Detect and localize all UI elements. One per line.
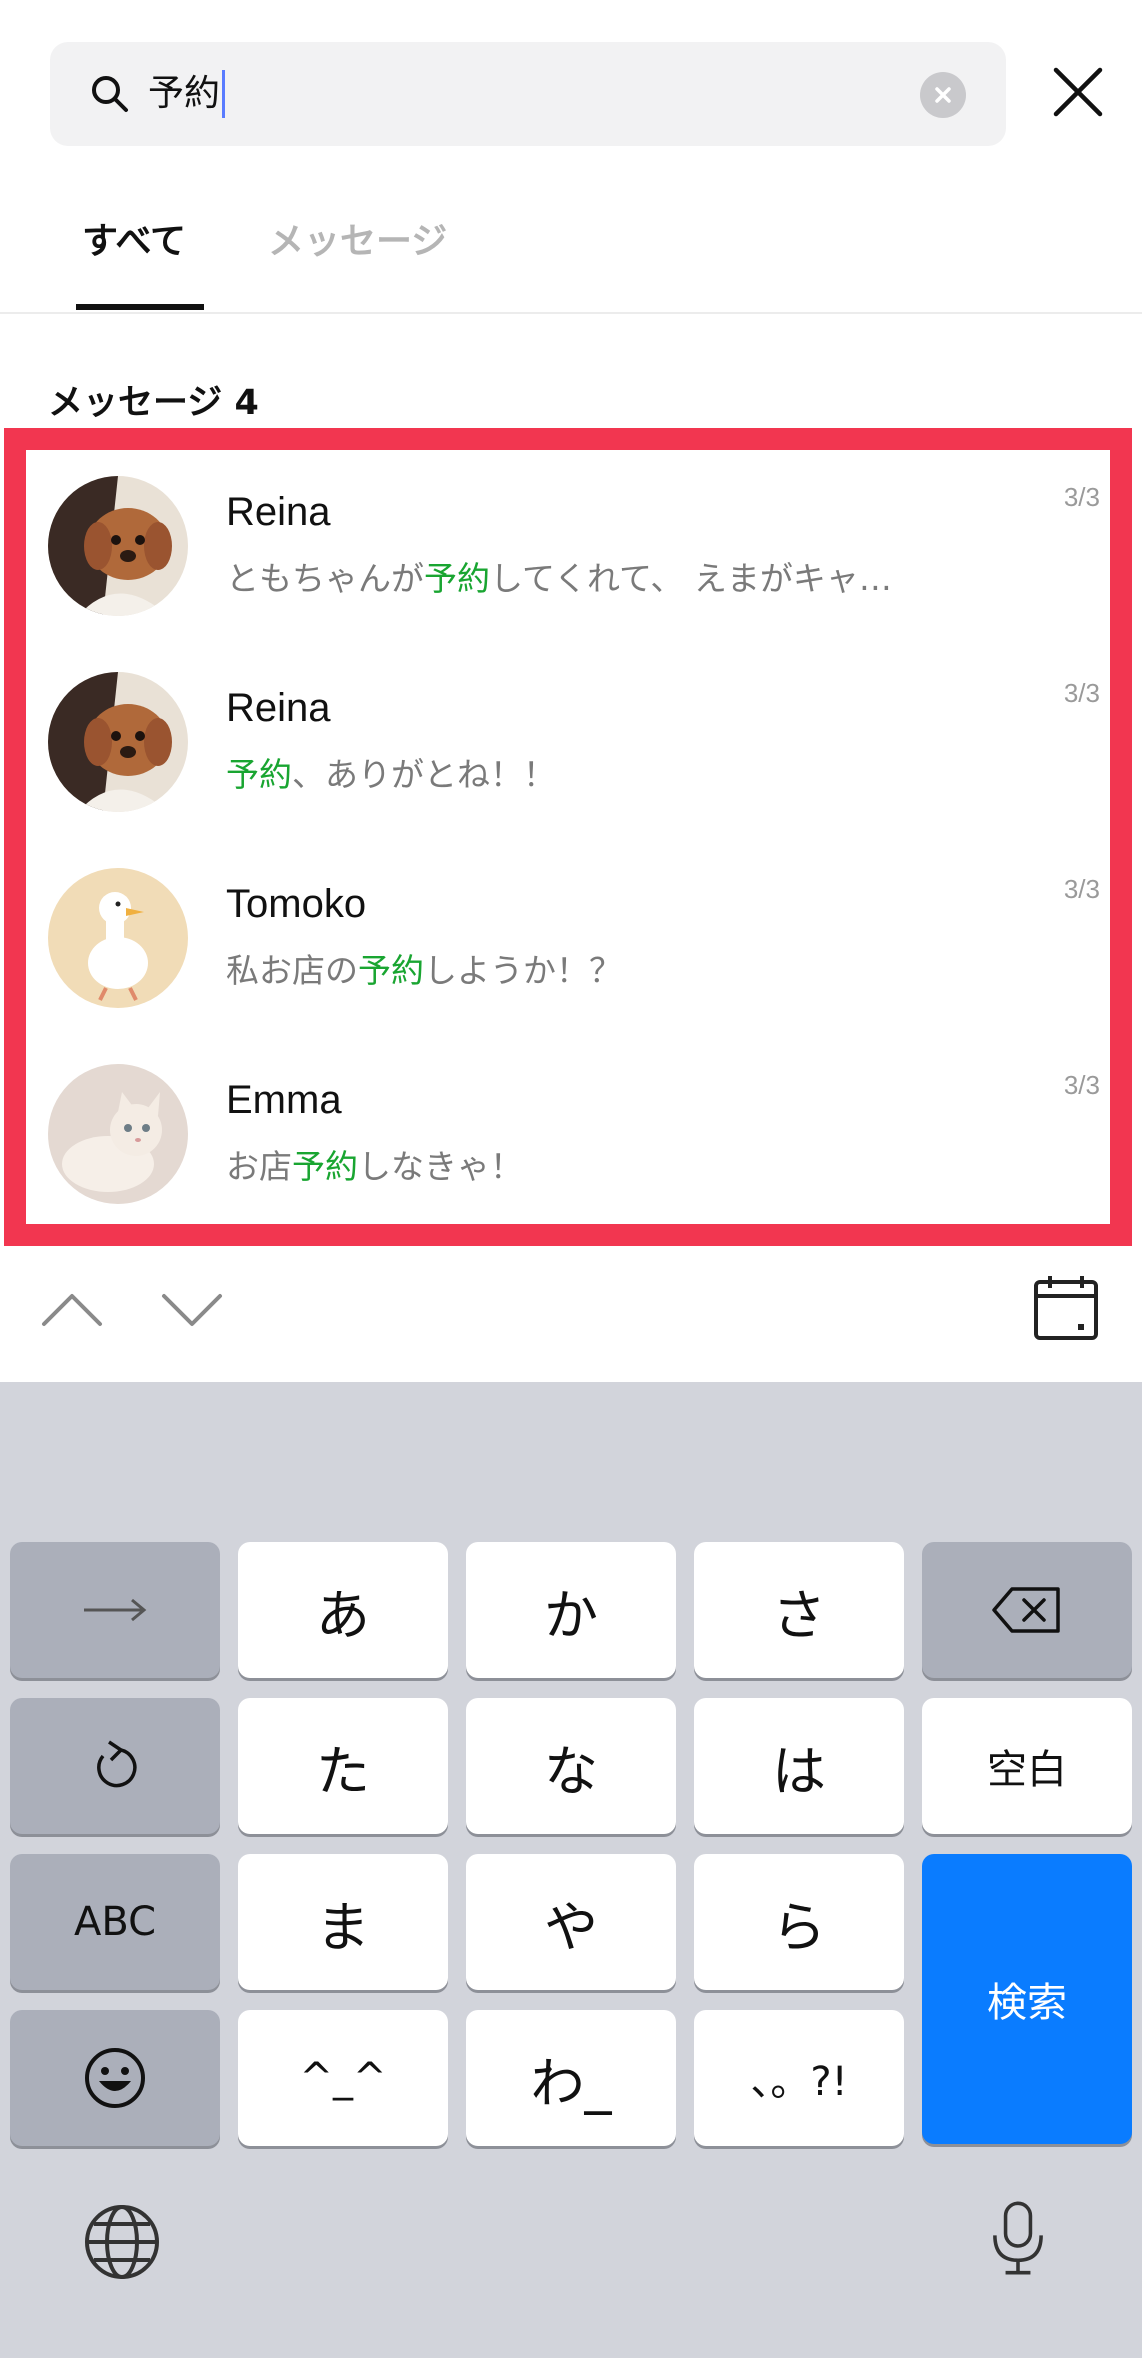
section-title: メッセージ 4 xyxy=(48,383,259,423)
sender-name: Reina xyxy=(226,686,331,730)
message-date: 3/3 xyxy=(1063,874,1100,904)
calendar-icon[interactable] xyxy=(1030,1272,1102,1344)
message-date: 3/3 xyxy=(1063,678,1100,708)
match-highlight: 予約 xyxy=(424,559,490,598)
backspace-key[interactable] xyxy=(922,1542,1132,1678)
chevron-up-icon[interactable] xyxy=(36,1274,108,1346)
search-tabs: すべて メッセージ xyxy=(0,190,1142,314)
keyboard: あ か さ た な は 空白 ABC ま や ら 検索 ^_^ わ_ 、。?! xyxy=(0,1382,1142,2358)
sender-name: Reina xyxy=(226,490,331,534)
dog-avatar xyxy=(48,672,188,812)
emoji-key[interactable] xyxy=(10,2010,220,2146)
message-preview: 予約、ありがとね！！ xyxy=(226,755,556,794)
search-input[interactable]: 予約 xyxy=(148,66,226,122)
tab-messages[interactable]: メッセージ xyxy=(268,212,447,264)
key-punctuation[interactable]: 、。?! xyxy=(694,2010,904,2146)
message-preview: お店予約しなきゃ！ xyxy=(226,1147,523,1186)
key-a[interactable]: あ xyxy=(238,1542,448,1678)
text-caret xyxy=(222,70,226,118)
close-icon[interactable] xyxy=(1048,62,1108,122)
emoji-icon xyxy=(85,2048,145,2108)
sender-name: Emma xyxy=(226,1078,342,1122)
search-key[interactable]: 検索 xyxy=(922,1854,1132,2144)
match-highlight: 予約 xyxy=(226,755,292,794)
key-kaomoji[interactable]: ^_^ xyxy=(238,2010,448,2146)
key-ha[interactable]: は xyxy=(694,1698,904,1834)
active-tab-indicator xyxy=(76,304,204,310)
results-list: Reina ともちゃんが予約してくれて、 えまがキャ… 3/3 Reina 予約… xyxy=(4,428,1132,1246)
dog-avatar xyxy=(48,476,188,616)
match-highlight: 予約 xyxy=(292,1147,358,1186)
message-date: 3/3 xyxy=(1063,482,1100,512)
result-row[interactable]: Tomoko 私お店の予約しようか！？ 3/3 xyxy=(26,842,1110,1038)
key-ya[interactable]: や xyxy=(466,1854,676,1990)
key-wa[interactable]: わ_ xyxy=(466,2010,676,2146)
microphone-icon[interactable] xyxy=(978,2198,1058,2278)
message-preview: ともちゃんが予約してくれて、 えまがキャ… xyxy=(226,559,892,598)
search-icon xyxy=(92,76,128,112)
undo-icon xyxy=(97,1740,137,1788)
right-arrow-icon xyxy=(84,1598,147,1622)
space-key[interactable]: 空白 xyxy=(922,1698,1132,1834)
key-ta[interactable]: た xyxy=(238,1698,448,1834)
key-ma[interactable]: ま xyxy=(238,1854,448,1990)
match-highlight: 予約 xyxy=(358,951,424,990)
search-query-text: 予約 xyxy=(148,73,221,114)
key-ra[interactable]: ら xyxy=(694,1854,904,1990)
chevron-down-icon[interactable] xyxy=(156,1274,228,1346)
key-next-arrow[interactable] xyxy=(10,1542,220,1678)
duck-avatar xyxy=(48,868,188,1008)
sender-name: Tomoko xyxy=(226,882,367,926)
clear-icon[interactable] xyxy=(920,72,966,118)
key-sa[interactable]: さ xyxy=(694,1542,904,1678)
result-row[interactable]: Reina 予約、ありがとね！！ 3/3 xyxy=(26,646,1110,842)
result-row[interactable]: Emma お店予約しなきゃ！ 3/3 xyxy=(26,1038,1110,1234)
result-row[interactable]: Reina ともちゃんが予約してくれて、 えまがキャ… 3/3 xyxy=(26,450,1110,646)
backspace-icon xyxy=(992,1587,1060,1633)
abc-key[interactable]: ABC xyxy=(10,1854,220,1990)
message-date: 3/3 xyxy=(1063,1070,1100,1100)
undo-key[interactable] xyxy=(10,1698,220,1834)
cat-avatar xyxy=(48,1064,188,1204)
key-ka[interactable]: か xyxy=(466,1542,676,1678)
search-field[interactable]: 予約 xyxy=(50,42,1006,146)
globe-icon[interactable] xyxy=(82,2202,162,2282)
key-na[interactable]: な xyxy=(466,1698,676,1834)
message-preview: 私お店の予約しようか！？ xyxy=(226,951,622,990)
result-navigation-bar xyxy=(0,1246,1142,1382)
tab-all[interactable]: すべて xyxy=(82,212,186,264)
